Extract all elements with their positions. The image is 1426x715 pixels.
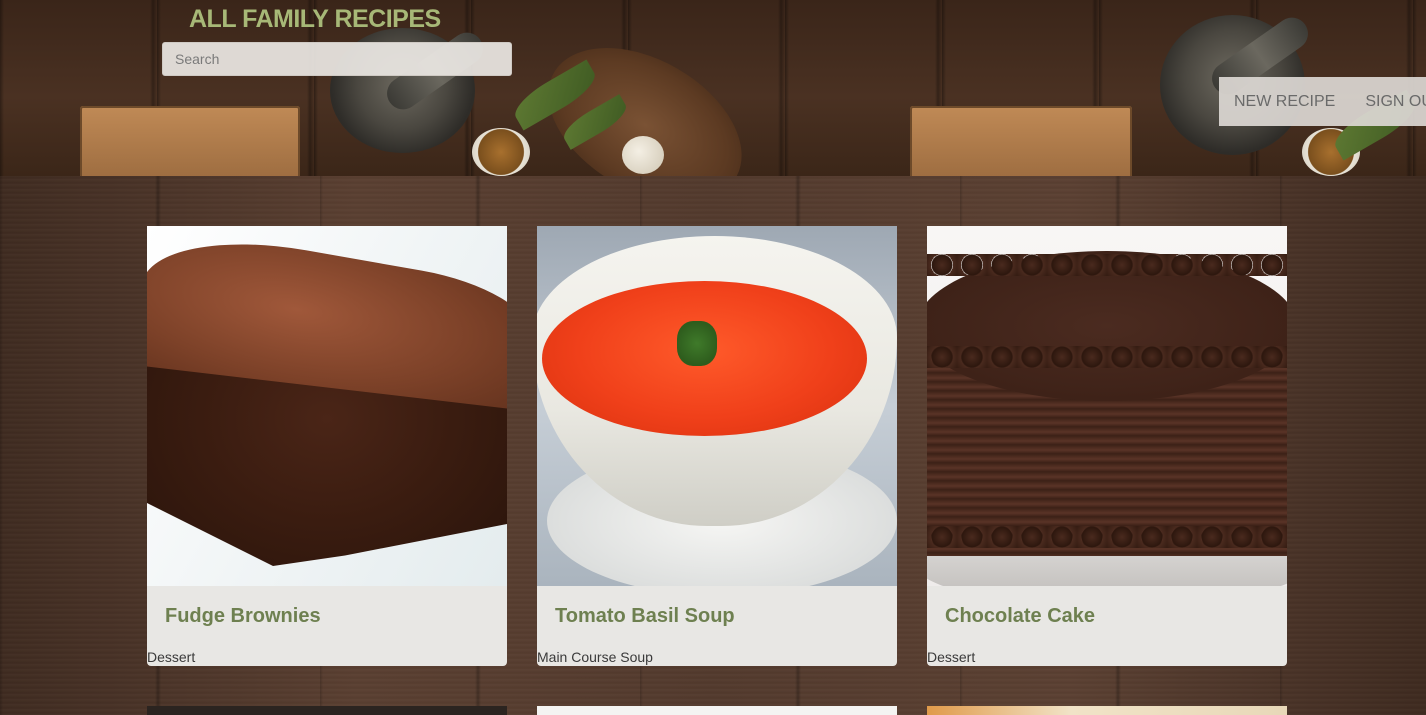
- recipe-category: Dessert: [927, 649, 976, 665]
- new-recipe-link[interactable]: NEW RECIPE: [1234, 93, 1335, 111]
- tomato-soup-photo[interactable]: [537, 226, 897, 586]
- recipe-category: Main Course Soup: [537, 649, 653, 665]
- nav-bar: NEW RECIPE SIGN OUT: [1219, 77, 1426, 126]
- spice-bowl-image: [472, 128, 530, 176]
- site-title[interactable]: ALL FAMILY RECIPES: [189, 5, 441, 34]
- sign-out-link[interactable]: SIGN OUT: [1365, 93, 1426, 111]
- cutting-board-image: [910, 106, 1132, 176]
- recipe-title[interactable]: Chocolate Cake: [945, 605, 1095, 628]
- garlic-image: [622, 136, 664, 174]
- recipe-card[interactable]: Tomato Basil Soup Main Course Soup: [537, 226, 897, 666]
- recipe-card[interactable]: Chocolate Cake Dessert: [927, 226, 1287, 666]
- header-banner: ALL FAMILY RECIPES NEW RECIPE SIGN OUT: [0, 0, 1426, 176]
- search-input[interactable]: [162, 42, 512, 76]
- recipe-title[interactable]: Fudge Brownies: [165, 605, 321, 628]
- fudge-brownies-photo[interactable]: [147, 226, 507, 586]
- chocolate-cake-photo[interactable]: [927, 226, 1287, 586]
- recipe-category: Dessert: [147, 649, 196, 665]
- cutting-board-image: [80, 106, 300, 176]
- recipe-card-partial[interactable]: [927, 706, 1287, 715]
- recipe-card-partial[interactable]: [147, 706, 507, 715]
- recipe-card[interactable]: Fudge Brownies Dessert: [147, 226, 507, 666]
- recipe-title[interactable]: Tomato Basil Soup: [555, 605, 735, 628]
- recipe-card-partial[interactable]: [537, 706, 897, 715]
